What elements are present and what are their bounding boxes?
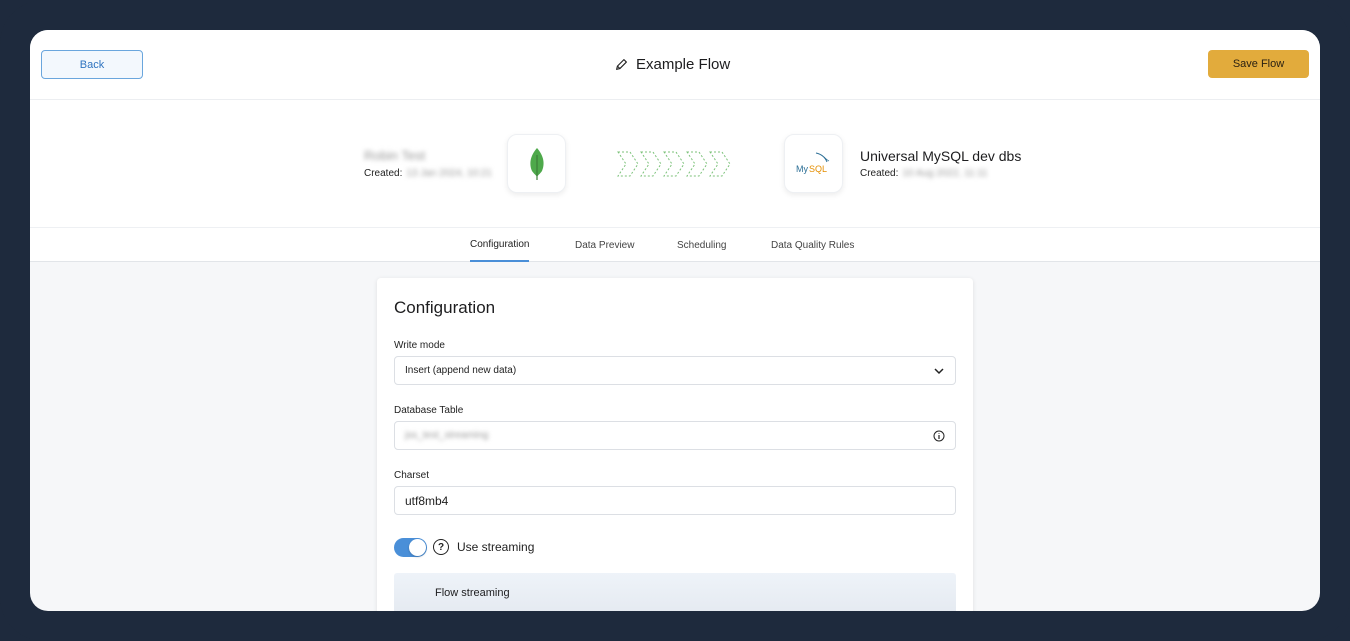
use-streaming-label: Use streaming xyxy=(457,540,535,554)
mysql-logo-icon: My SQL xyxy=(796,152,829,174)
charset-value: utf8mb4 xyxy=(405,493,449,508)
flow-streaming-panel: Flow streaming xyxy=(394,573,956,611)
destination-name: Universal MySQL dev dbs xyxy=(860,148,1022,164)
source-name: Robin Test xyxy=(364,148,426,163)
save-flow-button[interactable]: Save Flow xyxy=(1208,50,1309,78)
flow-direction-arrows xyxy=(617,151,731,177)
database-table-input[interactable]: jss_test_streaming xyxy=(394,421,956,450)
back-button[interactable]: Back xyxy=(41,50,143,79)
flow-summary-panel: Robin Test Created: 13 Jan 2024, 10:21 M… xyxy=(30,100,1320,227)
configuration-card: Configuration Write mode Insert (append … xyxy=(377,278,973,611)
source-created: Created: 13 Jan 2024, 10:21 xyxy=(364,168,492,179)
flow-streaming-title: Flow streaming xyxy=(435,587,510,599)
svg-text:SQL: SQL xyxy=(809,164,827,174)
tab-bar: Configuration Data Preview Scheduling Da… xyxy=(30,227,1320,262)
tab-configuration[interactable]: Configuration xyxy=(470,228,530,262)
app-screen: Back Example Flow Save Flow Robin Test C… xyxy=(30,30,1320,611)
tab-scheduling[interactable]: Scheduling xyxy=(677,228,726,262)
write-mode-value: Insert (append new data) xyxy=(405,365,517,376)
tab-data-quality-rules[interactable]: Data Quality Rules xyxy=(771,228,854,262)
chevron-down-icon xyxy=(934,368,944,375)
top-bar: Back Example Flow Save Flow xyxy=(30,30,1320,100)
database-table-label: Database Table xyxy=(394,405,464,416)
toggle-knob xyxy=(409,538,426,556)
database-table-value: jss_test_streaming xyxy=(405,430,489,441)
streaming-row: ? Use streaming xyxy=(394,537,534,557)
write-mode-select[interactable]: Insert (append new data) xyxy=(394,356,956,385)
destination-logo: My SQL xyxy=(784,134,843,193)
svg-text:My: My xyxy=(796,164,808,174)
destination-created-label: Created: xyxy=(860,168,899,179)
help-icon[interactable]: ? xyxy=(433,539,449,555)
source-created-label: Created: xyxy=(364,168,403,179)
use-streaming-toggle[interactable] xyxy=(394,537,427,557)
destination-created: Created: 10 Aug 2022, 11:11 xyxy=(860,168,988,179)
source-created-value: 13 Jan 2024, 10:21 xyxy=(406,168,492,179)
tab-data-preview[interactable]: Data Preview xyxy=(575,228,634,262)
configuration-title: Configuration xyxy=(394,298,496,317)
destination-created-value: 10 Aug 2022, 11:11 xyxy=(902,168,988,179)
write-mode-label: Write mode xyxy=(394,340,445,351)
page-title: Example Flow xyxy=(636,55,731,73)
pencil-icon xyxy=(616,58,627,70)
mongodb-leaf-icon xyxy=(529,147,544,180)
charset-input[interactable]: utf8mb4 xyxy=(394,486,956,515)
device-frame: Back Example Flow Save Flow Robin Test C… xyxy=(0,0,1350,641)
charset-label: Charset xyxy=(394,470,430,481)
source-logo xyxy=(507,134,566,193)
info-icon[interactable] xyxy=(933,430,945,442)
flow-title-group[interactable]: Example Flow xyxy=(615,54,730,74)
